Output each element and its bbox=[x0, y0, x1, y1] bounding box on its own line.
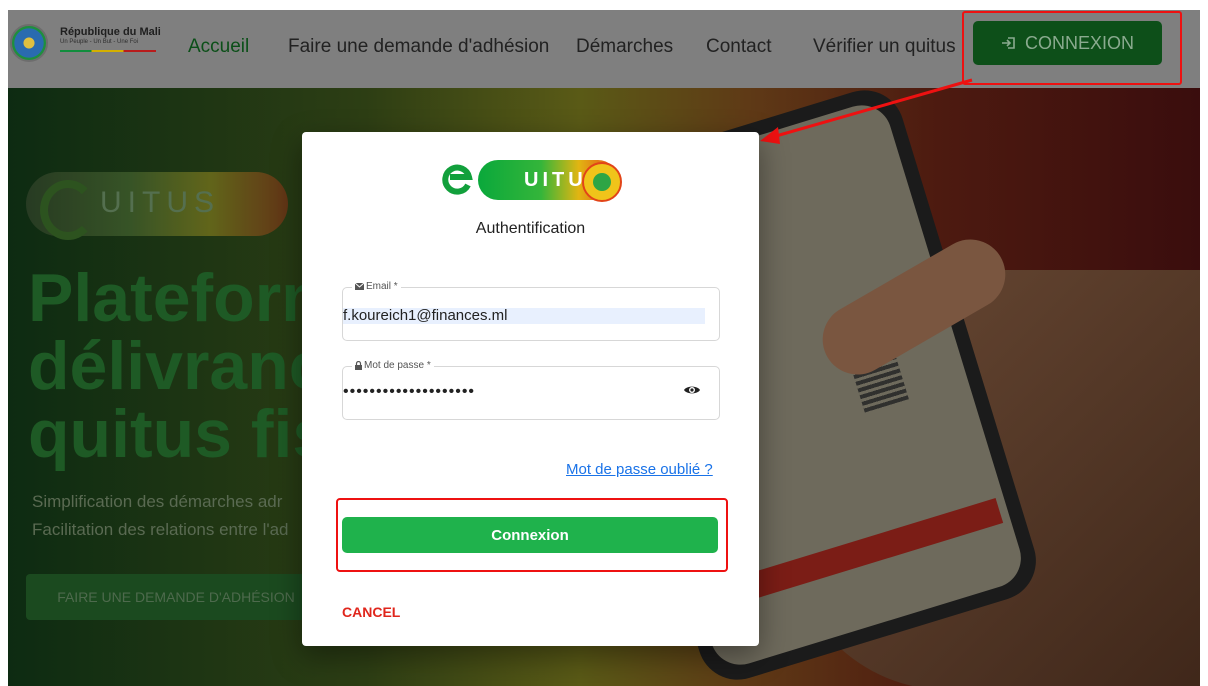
password-label-text: Mot de passe * bbox=[364, 360, 431, 371]
logo-seal-icon bbox=[582, 162, 622, 202]
annotation-box-connexion bbox=[336, 498, 728, 572]
equitus-logo: UITUS bbox=[442, 160, 622, 204]
auth-modal: UITUS Authentification Email * f.koureic… bbox=[302, 132, 759, 646]
eye-icon[interactable] bbox=[683, 384, 701, 396]
email-input[interactable]: f.koureich1@finances.ml bbox=[343, 308, 705, 324]
forgot-password-link[interactable]: Mot de passe oublié ? bbox=[566, 461, 713, 478]
password-input[interactable]: •••••••••••••••••••• bbox=[343, 383, 475, 401]
password-field[interactable]: Mot de passe * •••••••••••••••••••• bbox=[342, 360, 720, 420]
logo-e-icon bbox=[442, 164, 473, 195]
app-frame: UITUS Plateform délivrance quitus fis Si… bbox=[8, 10, 1200, 686]
password-label: Mot de passe * bbox=[352, 360, 434, 371]
cancel-button[interactable]: CANCEL bbox=[342, 604, 400, 620]
lock-icon bbox=[355, 361, 362, 370]
email-field[interactable]: Email * f.koureich1@finances.ml bbox=[342, 281, 720, 341]
modal-title: Authentification bbox=[475, 220, 586, 237]
